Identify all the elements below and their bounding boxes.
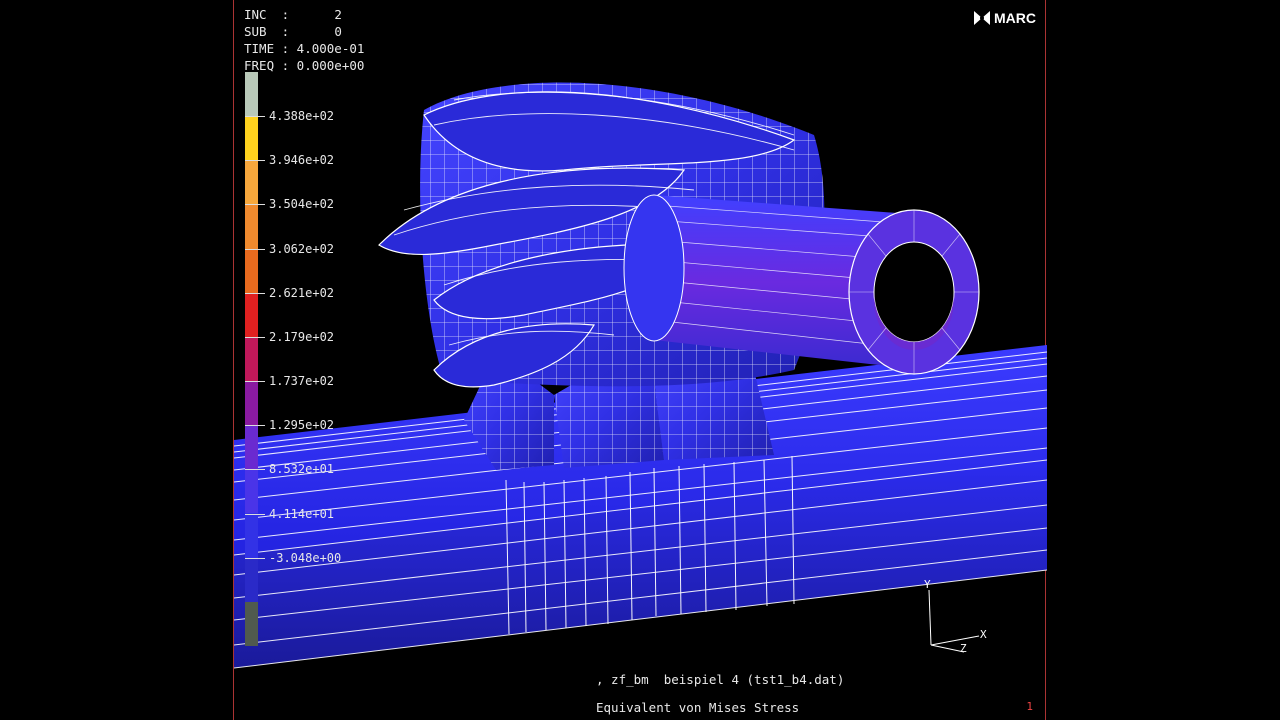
legend-color-segment xyxy=(245,513,258,558)
legend-tick-label: 1.737e+02 xyxy=(269,374,335,389)
legend-tick-label: 2.179e+02 xyxy=(269,329,335,344)
legend-tick-label: -3.048e+00 xyxy=(269,550,342,565)
legend-color-segment xyxy=(245,469,258,514)
legend-tick xyxy=(245,204,265,206)
legend-color-segment xyxy=(245,380,258,426)
legend-tick xyxy=(245,336,265,338)
legend-tick-label: 3.062e+02 xyxy=(269,241,335,256)
legend-color-segment xyxy=(245,72,258,117)
legend-tick-label: 8.532e+01 xyxy=(269,462,335,477)
axis-y-label: Y xyxy=(924,578,931,591)
legend-color-segment xyxy=(245,160,258,205)
legend-color-segment xyxy=(245,425,258,470)
legend-tick xyxy=(245,557,265,559)
legend-tick xyxy=(245,425,265,427)
legend-color-segment xyxy=(245,292,258,337)
legend-tick-label: 2.621e+02 xyxy=(269,285,335,300)
axis-z-label: Z xyxy=(960,642,967,655)
legend-tick xyxy=(245,381,265,383)
fem-scene[interactable] xyxy=(234,0,1047,720)
legend-color-bar xyxy=(245,72,258,646)
legend-tick xyxy=(245,469,265,471)
legend-tick-label: 4.388e+02 xyxy=(269,109,335,124)
legend-tick xyxy=(245,292,265,294)
legend-color-segment xyxy=(245,116,258,161)
legend-tick-label: 4.114e+01 xyxy=(269,506,335,521)
coordinate-triad xyxy=(928,589,980,653)
job-title: , zf_bm beispiel 4 (tst1_b4.dat) xyxy=(596,672,845,687)
axis-x-label: X xyxy=(980,628,987,641)
legend-color-segment xyxy=(245,336,258,381)
legend-tick xyxy=(245,160,265,162)
legend-tick-label: 1.295e+02 xyxy=(269,418,335,433)
legend-color-segment xyxy=(245,601,258,646)
result-quantity: Equivalent von Mises Stress xyxy=(596,700,800,715)
legend-color-segment xyxy=(245,557,258,602)
page-number: 1 xyxy=(1026,700,1033,713)
plot-viewport[interactable]: INC : 2 SUB : 0 TIME : 4.000e-01 FREQ : … xyxy=(233,0,1047,720)
legend-tick-label: 3.946e+02 xyxy=(269,153,335,168)
legend-tick xyxy=(245,116,265,118)
legend-color-segment xyxy=(245,204,258,249)
legend-color-segment xyxy=(245,248,258,293)
legend-tick-label: 3.504e+02 xyxy=(269,197,335,212)
legend-tick xyxy=(245,248,265,250)
legend-tick xyxy=(245,513,265,515)
